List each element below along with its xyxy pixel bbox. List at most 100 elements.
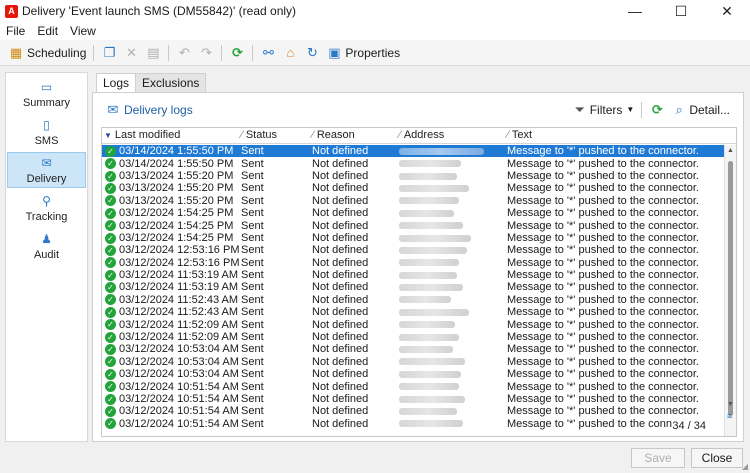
column-header-status[interactable]: ⁄ Status bbox=[239, 128, 310, 144]
cell-last-modified: ✓ 03/12/2024 1:54:25 PM bbox=[102, 207, 239, 219]
check-circle-icon: ✓ bbox=[105, 319, 116, 331]
scheduling-button[interactable]: ▦ Scheduling bbox=[5, 42, 89, 64]
home-button[interactable]: ⌂ bbox=[279, 42, 301, 64]
cell-address bbox=[397, 145, 505, 157]
resize-grip-icon[interactable]: ◢ bbox=[742, 462, 748, 471]
menu-edit[interactable]: Edit bbox=[37, 24, 58, 38]
sidebar-item-tracking[interactable]: ⚲ Tracking bbox=[7, 190, 86, 226]
table-row[interactable]: ✓ 03/13/2024 1:55:20 PM Sent Not defined Mes… bbox=[102, 195, 725, 207]
tracking-icon: ⚲ bbox=[42, 194, 51, 208]
cell-status: Sent bbox=[241, 244, 264, 257]
sidebar: ▭ Summary ▯ SMS ✉ Delivery ⚲ Tracking ♟ … bbox=[5, 72, 88, 442]
menu-file[interactable]: File bbox=[6, 24, 25, 38]
cell-address bbox=[397, 182, 505, 194]
sidebar-item-label: Tracking bbox=[25, 211, 68, 223]
paste-button[interactable]: ▤ bbox=[142, 42, 164, 64]
refresh-button[interactable]: ⟳ bbox=[226, 42, 248, 64]
tab-exclusions[interactable]: Exclusions bbox=[135, 73, 207, 92]
delivery-logs-button[interactable]: ✉ Delivery logs bbox=[105, 102, 193, 118]
column-header-reason[interactable]: ⁄ Reason bbox=[310, 128, 397, 144]
close-button[interactable]: Close bbox=[691, 448, 743, 468]
cell-address bbox=[397, 220, 505, 232]
table-row[interactable]: ✓ 03/12/2024 10:51:54 AM Sent Not defined Me… bbox=[102, 393, 725, 405]
app-logo-icon: A bbox=[5, 4, 18, 18]
cell-status: Sent bbox=[241, 380, 264, 393]
row-count: 34 / 34 bbox=[672, 420, 706, 432]
check-circle-icon: ✓ bbox=[105, 220, 116, 232]
table-row[interactable]: ✓ 03/12/2024 10:53:04 AM Sent Not defined Me… bbox=[102, 356, 725, 368]
grid-header: ▼ Last modified ⁄ Status ⁄ Reason ⁄ Address … bbox=[102, 128, 736, 144]
scrollbar-thumb[interactable] bbox=[728, 161, 733, 416]
table-row[interactable]: ✓ 03/12/2024 11:52:43 AM Sent Not defined Me… bbox=[102, 306, 725, 318]
delivery-icon: ✉ bbox=[41, 156, 52, 170]
sidebar-item-delivery[interactable]: ✉ Delivery bbox=[7, 152, 86, 188]
table-row[interactable]: ✓ 03/14/2024 1:55:50 PM Sent Not defined Mes… bbox=[102, 157, 725, 170]
table-row[interactable]: ✓ 03/12/2024 10:53:04 AM Sent Not defined Me… bbox=[102, 368, 725, 380]
check-circle-icon: ✓ bbox=[105, 344, 116, 356]
cell-status: Sent bbox=[241, 355, 264, 368]
check-circle-icon: ✓ bbox=[105, 170, 116, 182]
filters-button[interactable]: ⏷ Filters ▼ bbox=[569, 99, 638, 121]
table-row[interactable]: ✓ 03/12/2024 11:53:19 AM Sent Not defined Me… bbox=[102, 281, 725, 293]
cell-last-modified: ✓ 03/12/2024 10:51:54 AM bbox=[102, 418, 239, 430]
detail-button[interactable]: ⌕ Detail... bbox=[668, 99, 733, 121]
save-button[interactable]: Save bbox=[631, 448, 685, 468]
table-row[interactable]: ✓ 03/12/2024 11:52:09 AM Sent Not defined Me… bbox=[102, 318, 725, 331]
close-window-button[interactable]: ✕ bbox=[704, 0, 750, 22]
table-row[interactable]: ✓ 03/12/2024 1:54:25 PM Sent Not defined Mes… bbox=[102, 207, 725, 219]
column-label: Address bbox=[403, 129, 445, 141]
cell-last-modified: ✓ 03/12/2024 10:51:54 AM bbox=[102, 393, 239, 405]
cell-address bbox=[397, 158, 505, 170]
table-row[interactable]: ✓ 03/12/2024 11:53:19 AM Sent Not defined Me… bbox=[102, 269, 725, 281]
search-icon: ⌕ bbox=[675, 101, 683, 117]
table-row[interactable]: ✓ 03/12/2024 11:52:09 AM Sent Not defined Me… bbox=[102, 331, 725, 343]
panel-actions: ⏷ Filters ▼ ⟳ ⌕ Detail... bbox=[569, 93, 733, 126]
undo-button[interactable]: ↶ bbox=[173, 42, 195, 64]
panel-refresh-button[interactable]: ⟳ bbox=[646, 99, 668, 121]
column-header-last-modified[interactable]: ▼ Last modified bbox=[102, 128, 239, 144]
copy-button[interactable]: ❐ bbox=[98, 42, 120, 64]
table-row[interactable]: ✓ 03/12/2024 1:54:25 PM Sent Not defined Mes… bbox=[102, 232, 725, 244]
column-header-address[interactable]: ⁄ Address bbox=[397, 128, 505, 144]
table-row[interactable]: ✓ 03/12/2024 12:53:16 PM Sent Not defined Me… bbox=[102, 244, 725, 256]
sync-button[interactable]: ↻ bbox=[301, 42, 323, 64]
sidebar-item-audit[interactable]: ♟ Audit bbox=[7, 228, 86, 264]
table-row[interactable]: ✓ 03/12/2024 11:52:43 AM Sent Not defined Me… bbox=[102, 294, 725, 306]
column-header-text[interactable]: ⁄ Text bbox=[505, 128, 725, 144]
tab-strip: Logs Exclusions bbox=[92, 72, 744, 92]
link-button[interactable]: ⚯ bbox=[257, 42, 279, 64]
cell-status: Sent bbox=[241, 331, 264, 344]
cell-reason: Not defined bbox=[312, 219, 369, 232]
sidebar-item-summary[interactable]: ▭ Summary bbox=[7, 76, 86, 112]
redacted-address bbox=[399, 358, 465, 366]
cell-text: 03/12/2024 11:52:09 AM bbox=[119, 318, 239, 331]
properties-button[interactable]: ▣ Properties bbox=[323, 42, 403, 64]
table-row[interactable]: ✓ 03/12/2024 10:51:54 AM Sent Not defined Me… bbox=[102, 380, 725, 393]
redacted-address bbox=[399, 184, 469, 192]
scroll-up-icon[interactable]: ▲ bbox=[727, 147, 734, 154]
check-circle-icon: ✓ bbox=[105, 244, 116, 256]
table-row[interactable]: ✓ 03/12/2024 10:53:04 AM Sent Not defined Me… bbox=[102, 343, 725, 355]
redacted-address bbox=[399, 160, 461, 168]
table-row[interactable]: ✓ 03/14/2024 1:55:50 PM Sent Not defined Mes… bbox=[102, 145, 725, 158]
table-row[interactable]: ✓ 03/13/2024 1:55:20 PM Sent Not defined Mes… bbox=[102, 170, 725, 182]
scroll-down-icon[interactable]: ▼ bbox=[727, 401, 734, 408]
table-row[interactable]: ✓ 03/12/2024 10:51:54 AM Sent Not defined Me… bbox=[102, 405, 725, 417]
scroll-to-end-icon[interactable]: ≡ bbox=[727, 411, 732, 421]
table-row[interactable]: ✓ 03/13/2024 1:55:20 PM Sent Not defined Mes… bbox=[102, 182, 725, 194]
menu-view[interactable]: View bbox=[70, 24, 96, 38]
table-row[interactable]: ✓ 03/12/2024 12:53:16 PM Sent Not defined Me… bbox=[102, 257, 725, 269]
minimize-button[interactable]: — bbox=[612, 0, 658, 22]
table-row[interactable]: ✓ 03/12/2024 1:54:25 PM Sent Not defined Mes… bbox=[102, 219, 725, 232]
cut-button[interactable]: ✕ bbox=[120, 42, 142, 64]
cell-reason: Not defined bbox=[312, 182, 369, 195]
vertical-scrollbar[interactable]: ▲ ▼ ≡ bbox=[724, 145, 736, 436]
cell-text: 03/12/2024 10:53:04 AM bbox=[119, 368, 239, 381]
redacted-address bbox=[399, 234, 471, 242]
cell-text: 03/12/2024 10:53:04 AM bbox=[119, 355, 239, 368]
maximize-button[interactable]: ☐ bbox=[658, 0, 704, 22]
sidebar-item-sms[interactable]: ▯ SMS bbox=[7, 114, 86, 150]
tab-logs[interactable]: Logs bbox=[96, 73, 137, 92]
table-row[interactable]: ✓ 03/12/2024 10:51:54 AM Sent Not defined Me… bbox=[102, 418, 725, 430]
redo-button[interactable]: ↷ bbox=[195, 42, 217, 64]
